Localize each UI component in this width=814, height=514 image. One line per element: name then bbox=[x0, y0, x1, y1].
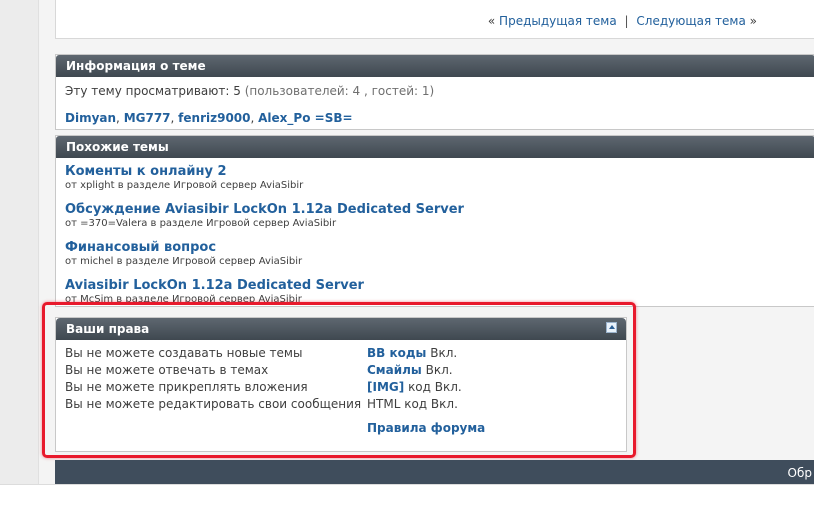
user-link[interactable]: fenriz9000 bbox=[178, 111, 250, 125]
viewers-user-list: Dimyan, MG777, fenriz9000, Alex_Po =SB= bbox=[65, 111, 353, 125]
viewers-line: Эту тему просматривают: 5 (пользователей… bbox=[65, 84, 434, 98]
user-link[interactable]: Alex_Po =SB= bbox=[258, 111, 352, 125]
similar-threads-header: Похожие темы bbox=[56, 136, 814, 158]
similar-thread-item: Коменты к онлайну 2 от xplight в разделе… bbox=[65, 164, 303, 191]
similar-thread-title[interactable]: Aviasibir LockOn 1.12a Dedicated Server bbox=[65, 278, 364, 293]
footer-bar: Обр bbox=[55, 460, 814, 484]
next-thread-link[interactable]: Следующая тема bbox=[636, 14, 745, 28]
similar-thread-item: Aviasibir LockOn 1.12a Dedicated Server … bbox=[65, 278, 364, 305]
prev-arrow: « bbox=[487, 14, 496, 28]
viewers-detail: (пользователей: 4 , гостей: 1) bbox=[244, 84, 435, 98]
user-link[interactable]: MG777 bbox=[124, 111, 171, 125]
similar-thread-meta: от xplight в разделе Игровой сервер Avia… bbox=[65, 180, 304, 191]
similar-thread-title[interactable]: Коменты к онлайну 2 bbox=[65, 164, 227, 179]
nav-separator: | bbox=[624, 14, 629, 28]
thread-info-header: Информация о теме bbox=[56, 55, 814, 77]
user-separator: , bbox=[250, 111, 259, 125]
next-arrow: » bbox=[749, 14, 757, 28]
similar-threads-panel: Похожие темы Коменты к онлайну 2 от xpli… bbox=[55, 135, 814, 307]
left-rail bbox=[0, 0, 39, 484]
similar-thread-meta: от michel в разделе Игровой сервер AviaS… bbox=[65, 256, 303, 267]
similar-thread-title[interactable]: Финансовый вопрос bbox=[65, 240, 216, 255]
user-separator: , bbox=[116, 111, 124, 125]
prev-thread-link[interactable]: Предыдущая тема bbox=[499, 14, 617, 28]
bottom-area bbox=[0, 484, 814, 514]
thread-navigation-box: « Предыдущая тема | Следующая тема » bbox=[55, 0, 814, 39]
similar-thread-item: Обсуждение Aviasibir LockOn 1.12a Dedica… bbox=[65, 202, 464, 229]
thread-info-panel: Информация о теме Эту тему просматривают… bbox=[55, 54, 814, 130]
thread-navigation: « Предыдущая тема | Следующая тема » bbox=[488, 14, 757, 28]
footer-link[interactable]: Обр bbox=[788, 466, 812, 480]
highlight-annotation bbox=[42, 302, 636, 458]
similar-thread-title[interactable]: Обсуждение Aviasibir LockOn 1.12a Dedica… bbox=[65, 202, 464, 217]
viewers-count: Эту тему просматривают: 5 bbox=[65, 84, 241, 98]
similar-thread-meta: от =370=Valera в разделе Игровой сервер … bbox=[65, 218, 337, 229]
similar-thread-item: Финансовый вопрос от michel в разделе Иг… bbox=[65, 240, 302, 267]
user-link[interactable]: Dimyan bbox=[65, 111, 116, 125]
